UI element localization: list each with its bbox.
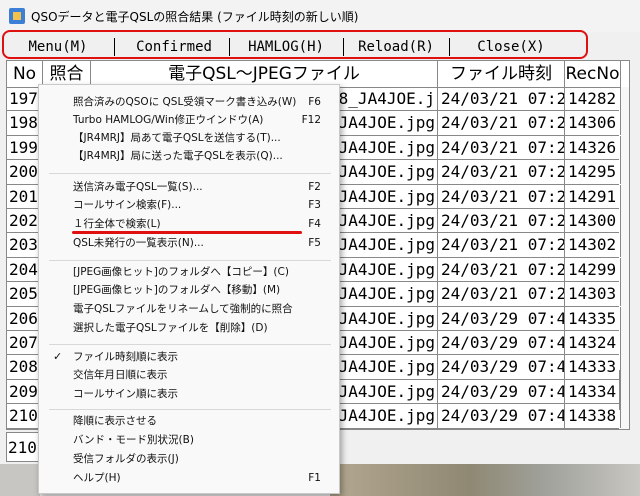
row-filetime: 24/03/21 07:24	[438, 257, 565, 282]
menu-item[interactable]: バンド・モード別状況(B)	[39, 431, 339, 449]
row-filetime: 24/03/21 07:24	[438, 184, 565, 209]
menu-item-label: [JPEG画像ヒット]のフォルダへ【コピー】(C)	[73, 266, 289, 278]
menu-item-shortcut: F1	[308, 472, 321, 484]
menu-item-label: 降順に表示させる	[73, 415, 157, 427]
menu-item[interactable]: 電子QSLファイルをリネームして強制的に照合	[39, 300, 339, 318]
menu-item-label: QSL未発行の一覧表示(N)...	[73, 237, 204, 249]
row-recno: 14299	[565, 257, 621, 282]
row-recno: 14326	[565, 135, 621, 160]
menu-separator	[114, 38, 115, 56]
menu-item[interactable]: コールサイン検索(F)... F3	[39, 196, 339, 214]
menu-item-shortcut: F2	[308, 181, 321, 193]
menu-item[interactable]: [JPEG画像ヒット]のフォルダへ【コピー】(C)	[39, 263, 339, 281]
context-menu: 照合済みのQSOに QSL受領マーク書き込み(W) F6 Turbo HAMLOG/…	[38, 84, 340, 494]
menu-separator	[229, 38, 230, 56]
row-recno: 14335	[565, 306, 621, 331]
row-filetime: 24/03/21 07:24	[438, 111, 565, 136]
annotation-underline	[72, 231, 302, 234]
menu-item[interactable]: コールサイン順に表示	[39, 385, 339, 403]
status-count: 210	[8, 438, 37, 457]
vertical-scrollbar[interactable]	[621, 87, 629, 429]
menu-item-shortcut: F3	[308, 199, 321, 211]
confirmed-button[interactable]: Confirmed	[122, 37, 226, 57]
menu-item-shortcut: F12	[301, 114, 321, 126]
menu-item[interactable]: 受信フォルダの表示(J)	[39, 450, 339, 468]
row-filetime: 24/03/29 07:49	[438, 331, 565, 355]
header-filetime[interactable]: ファイル時刻	[438, 61, 565, 87]
menu-item[interactable]: ✓ ファイル時刻順に表示	[39, 348, 339, 366]
menu-item[interactable]: 交信年月日順に表示	[39, 366, 339, 384]
row-filetime: 24/03/29 07:49	[438, 355, 565, 380]
menu-item[interactable]: 送信済み電子QSL一覧(S)... F2	[39, 178, 339, 196]
menu-item[interactable]: 照合済みのQSOに QSL受領マーク書き込み(W) F6	[39, 93, 339, 111]
row-recno: 14338	[565, 404, 621, 429]
row-recno: 14306	[565, 111, 621, 136]
menu-item-shortcut: F5	[308, 237, 321, 249]
row-filetime: 24/03/21 07:24	[438, 160, 565, 185]
window-title: QSOデータと電子QSLの照合結果 (ファイル時刻の新しい順)	[31, 10, 359, 24]
row-recno: 14333	[565, 355, 621, 380]
reload-button[interactable]: Reload(R)	[344, 37, 448, 57]
menu-divider	[49, 409, 331, 410]
menu-item-label: 送信済み電子QSL一覧(S)...	[73, 181, 203, 193]
menu-item-shortcut: F6	[308, 96, 321, 108]
app-icon	[9, 8, 25, 24]
menu-item[interactable]: [JPEG画像ヒット]のフォルダへ【移動】(M)	[39, 281, 339, 299]
menu-divider	[49, 344, 331, 345]
row-filetime: 24/03/29 07:49	[438, 306, 565, 331]
row-recno: 14334	[565, 379, 621, 404]
menu-item[interactable]: ヘルプ(H) F1	[39, 469, 339, 487]
menu-item-label: 【JR4MRJ】局に送った電子QSLを表示(Q)...	[73, 150, 283, 162]
menu-bar: Menu(M) Confirmed HAMLOG(H) Reload(R) Cl…	[6, 35, 584, 59]
menu-item-label: Turbo HAMLOG/Win修正ウインドウ(A)	[73, 114, 264, 126]
header-recno[interactable]: RecNo	[565, 61, 621, 87]
row-filetime: 24/03/21 07:24	[438, 135, 565, 160]
menu-item[interactable]: QSL未発行の一覧表示(N)... F5	[39, 234, 339, 252]
menu-separator	[449, 38, 450, 56]
menu-divider	[49, 173, 331, 174]
row-filetime: 24/03/21 07:24	[438, 87, 565, 111]
row-recno: 14324	[565, 331, 621, 355]
menu-item-label: ヘルプ(H)	[73, 472, 121, 484]
row-recno: 14303	[565, 282, 621, 307]
menu-item-label: 選択した電子QSLファイルを【削除】(D)	[73, 322, 268, 334]
menu-item-shortcut: F4	[308, 218, 321, 230]
app-window: QSOデータと電子QSLの照合結果 (ファイル時刻の新しい順) Menu(M) …	[0, 0, 640, 496]
menu-item-label: ファイル時刻順に表示	[73, 351, 178, 363]
background-photo	[0, 464, 40, 496]
menu-item-label: コールサイン検索(F)...	[73, 199, 182, 211]
menu-item[interactable]: 選択した電子QSLファイルを【削除】(D)	[39, 319, 339, 337]
hamlog-button[interactable]: HAMLOG(H)	[234, 37, 338, 57]
row-filetime: 24/03/29 07:49	[438, 379, 565, 404]
row-filetime: 24/03/21 07:24	[438, 209, 565, 233]
menu-item[interactable]: Turbo HAMLOG/Win修正ウインドウ(A) F12	[39, 111, 339, 129]
close-button[interactable]: Close(X)	[456, 37, 566, 57]
menu-item-label: 【JR4MRJ】局あて電子QSLを送信する(T)...	[73, 132, 281, 144]
row-filetime: 24/03/21 07:24	[438, 233, 565, 258]
row-recno: 14282	[565, 87, 621, 111]
menu-item[interactable]: 【JR4MRJ】局あて電子QSLを送信する(T)...	[39, 129, 339, 147]
menu-item[interactable]: 降順に表示させる	[39, 412, 339, 430]
menu-item-label: 照合済みのQSOに QSL受領マーク書き込み(W)	[73, 96, 297, 108]
menu-item-label: 受信フォルダの表示(J)	[73, 453, 179, 465]
menu-item-label: バンド・モード別状況(B)	[73, 434, 194, 446]
menu-item-label: 電子QSLファイルをリネームして強制的に照合	[73, 303, 293, 315]
menu-item-label: 交信年月日順に表示	[73, 369, 168, 381]
row-recno: 14300	[565, 209, 621, 233]
title-bar: QSOデータと電子QSLの照合結果 (ファイル時刻の新しい順)	[0, 0, 640, 32]
row-filetime: 24/03/29 07:49	[438, 404, 565, 429]
checkmark-icon: ✓	[53, 350, 63, 363]
menu-item-label: コールサイン順に表示	[73, 388, 178, 400]
row-recno: 14295	[565, 160, 621, 185]
menu-item-label: [JPEG画像ヒット]のフォルダへ【移動】(M)	[73, 284, 281, 296]
row-filetime: 24/03/21 07:24	[438, 282, 565, 307]
menu-divider	[49, 260, 331, 261]
menu-button[interactable]: Menu(M)	[6, 37, 110, 57]
row-recno: 14302	[565, 233, 621, 258]
scrollbar-thumb[interactable]	[619, 370, 621, 410]
row-recno: 14291	[565, 184, 621, 209]
menu-item[interactable]: 【JR4MRJ】局に送った電子QSLを表示(Q)...	[39, 147, 339, 165]
background-photo	[330, 464, 640, 496]
